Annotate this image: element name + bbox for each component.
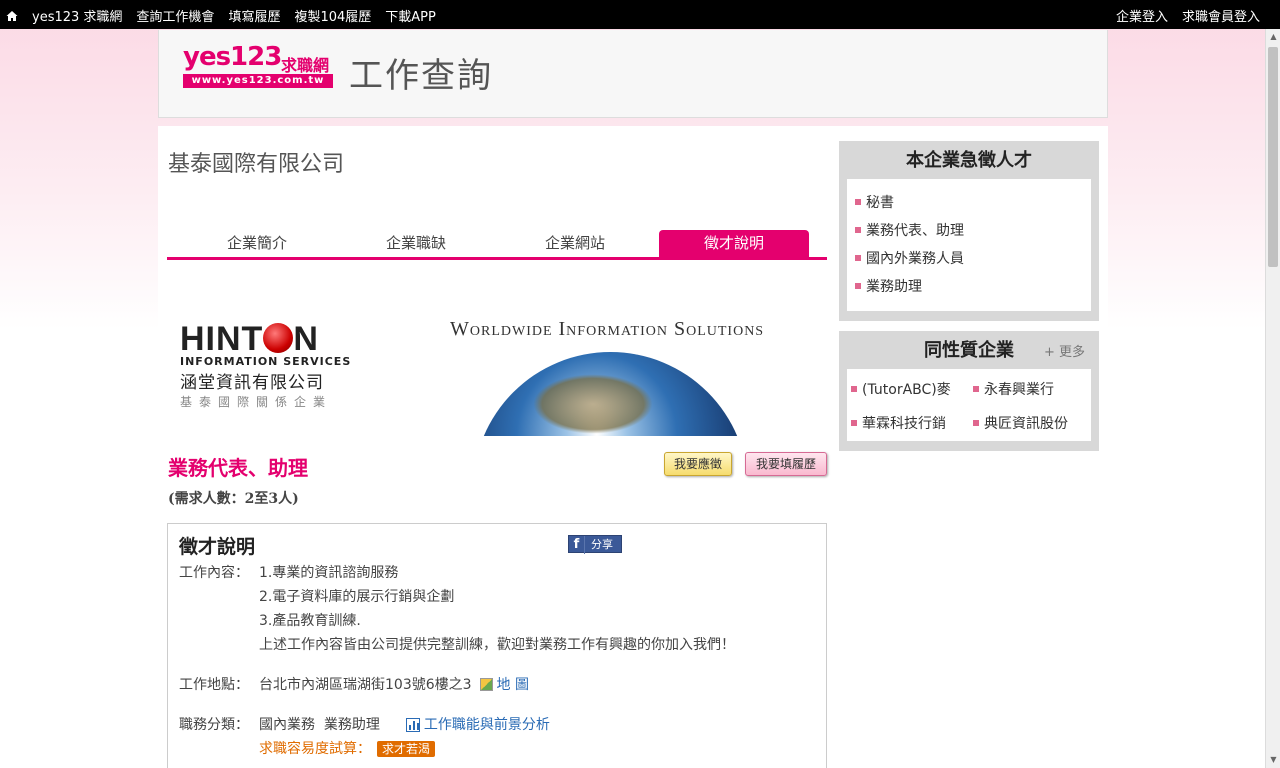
bullet-icon: [973, 386, 979, 392]
company-name: 基泰國際有限公司: [168, 152, 345, 177]
nav-fill-resume[interactable]: 填寫履歷: [228, 6, 280, 25]
yes123-logo[interactable]: yes123 求職網 www.yes123.com.tw: [183, 42, 333, 90]
job-analysis-link[interactable]: 工作職能與前景分析: [424, 717, 550, 733]
category-label: 職務分類：: [179, 717, 249, 733]
similar-company-label: (TutorABC)麥: [862, 382, 951, 398]
urgent-item-label: 秘書: [866, 195, 894, 211]
facebook-icon: f: [569, 536, 585, 554]
logo-zh-text: 求職網: [281, 56, 330, 75]
tab-company-intro[interactable]: 企業簡介: [182, 230, 332, 257]
company-banner: HINT N INFORMATION SERVICES 涵堂資訊有限公司 基泰國際…: [168, 312, 798, 436]
logo-right-text: N: [293, 320, 319, 358]
nav-copy-104-resume[interactable]: 複製104履歷: [294, 6, 371, 25]
similar-company-label: 華霖科技行銷: [862, 416, 946, 432]
content-line: 2.電子資料庫的展示行銷與企劃: [259, 589, 455, 605]
job-title: 業務代表、助理: [168, 456, 308, 480]
home-link[interactable]: yes123 求職網: [6, 6, 122, 25]
tab-company-jobs[interactable]: 企業職缺: [341, 230, 491, 257]
logo-text: yes123: [183, 42, 282, 72]
tab-recruitment-info[interactable]: 徵才說明: [659, 230, 809, 257]
urgent-item[interactable]: 業務助理: [855, 273, 1083, 301]
fill-resume-button[interactable]: 我要填履歷: [745, 452, 827, 476]
urgent-item-label: 業務助理: [866, 279, 922, 295]
company-tabs: 企業簡介 企業職缺 企業網站 徵才說明: [167, 230, 827, 260]
bullet-icon: [851, 386, 857, 392]
bullet-icon: [855, 227, 861, 233]
tab-company-website[interactable]: 企業網站: [500, 230, 650, 257]
bar-chart-icon[interactable]: [405, 718, 420, 732]
logo-subtitle: INFORMATION SERVICES: [180, 355, 352, 368]
home-icon: [6, 10, 18, 22]
similar-company-item[interactable]: 華霖科技行銷: [851, 413, 946, 433]
urgent-item[interactable]: 國內外業務人員: [855, 245, 1083, 273]
page-header: yes123 求職網 www.yes123.com.tw 工作查詢: [158, 30, 1108, 118]
top-nav-left: yes123 求職網 查詢工作機會 填寫履歷 複製104履歷 下載APP: [6, 6, 450, 25]
similar-companies-box: 同性質企業 + 更多 (TutorABC)麥 永春興業行 華霖科技行銷 典匠資訊…: [839, 331, 1099, 451]
red-dot-icon: [263, 323, 294, 353]
job-description-panel: 徵才說明 f 分享 工作內容： 1.專業的資訊諮詢服務 2.電子資料庫的展示行銷與…: [167, 523, 827, 768]
similar-company-item[interactable]: 典匠資訊股份: [973, 413, 1068, 433]
logo-cn-name: 涵堂資訊有限公司: [180, 373, 324, 393]
banner-slogan: Worldwide Information Solutions: [450, 318, 765, 340]
urgent-item[interactable]: 業務代表、助理: [855, 217, 1083, 245]
category-text: 國內業務 業務助理: [259, 717, 380, 733]
urgent-title: 本企業急徵人才: [906, 150, 1032, 171]
urgent-item-label: 國內外業務人員: [866, 251, 964, 267]
apply-button[interactable]: 我要應徵: [664, 452, 732, 476]
urgent-hiring-box: 本企業急徵人才 秘書 業務代表、助理 國內外業務人員 業務助理: [839, 141, 1099, 321]
top-nav-right: 企業登入 求職會員登入: [1102, 6, 1260, 25]
similar-company-item[interactable]: (TutorABC)麥: [851, 379, 951, 399]
bullet-icon: [855, 199, 861, 205]
bullet-icon: [973, 420, 979, 426]
content-line: 上述工作內容皆由公司提供完整訓練，歡迎對業務工作有興趣的你加入我們！: [259, 637, 735, 653]
logo-url: www.yes123.com.tw: [183, 74, 333, 88]
urgent-list: 秘書 業務代表、助理 國內外業務人員 業務助理: [847, 179, 1091, 311]
nav-download-app[interactable]: 下載APP: [385, 6, 436, 25]
main-content: 基泰國際有限公司 企業簡介 企業職缺 企業網站 徵才說明 HINT N INFOR…: [158, 126, 1108, 768]
similar-company-label: 永春興業行: [984, 382, 1054, 398]
share-label: 分享: [591, 538, 613, 551]
difficulty-badge[interactable]: 求才若渴: [377, 741, 436, 757]
bullet-icon: [851, 420, 857, 426]
content-lines: 1.專業的資訊諮詢服務 2.電子資料庫的展示行銷與企劃 3.產品教育訓練. 上述…: [259, 561, 735, 657]
urgent-item[interactable]: 秘書: [855, 189, 1083, 217]
top-nav-bar: yes123 求職網 查詢工作機會 填寫履歷 複製104履歷 下載APP 企業登…: [0, 0, 1280, 29]
location-text: 台北市內湖區瑞湖街103號6樓之3: [259, 677, 472, 693]
difficulty-label: 求職容易度試算：: [259, 741, 371, 757]
globe-image: [473, 352, 748, 436]
content-line: 3.產品教育訓練.: [259, 613, 361, 629]
company-login-link[interactable]: 企業登入: [1116, 6, 1168, 25]
nav-search-jobs[interactable]: 查詢工作機會: [136, 6, 214, 25]
page-title: 工作查詢: [349, 56, 493, 96]
content-line: 1.專業的資訊諮詢服務: [259, 565, 399, 581]
map-icon[interactable]: [479, 678, 493, 691]
scrollbar-thumb[interactable]: [1268, 47, 1278, 267]
site-name: yes123 求職網: [32, 10, 123, 25]
scroll-down-arrow-icon[interactable]: ▼: [1266, 752, 1280, 768]
logo-cn-affiliate: 基泰國際關係企業: [180, 395, 333, 409]
scroll-up-arrow-icon[interactable]: ▲: [1266, 29, 1280, 45]
member-login-link[interactable]: 求職會員登入: [1182, 6, 1260, 25]
similar-list: (TutorABC)麥 永春興業行 華霖科技行銷 典匠資訊股份: [847, 369, 1091, 441]
map-link[interactable]: 地 圖: [497, 677, 529, 693]
logo-left-text: HINT: [180, 320, 264, 358]
vertical-scrollbar[interactable]: ▲ ▼: [1265, 29, 1280, 768]
bullet-icon: [855, 283, 861, 289]
urgent-item-label: 業務代表、助理: [866, 223, 964, 239]
description-title: 徵才說明: [179, 536, 256, 558]
similar-company-item[interactable]: 永春興業行: [973, 379, 1054, 399]
similar-company-label: 典匠資訊股份: [984, 416, 1068, 432]
more-link[interactable]: + 更多: [1044, 341, 1085, 360]
hinton-logo: HINT N INFORMATION SERVICES 涵堂資訊有限公司 基泰國際…: [180, 320, 360, 410]
facebook-share-button[interactable]: f 分享: [568, 535, 622, 554]
bullet-icon: [855, 255, 861, 261]
location-label: 工作地點：: [179, 677, 249, 693]
headcount: (需求人數：2至3人): [168, 491, 299, 507]
content-label: 工作內容：: [179, 565, 249, 581]
